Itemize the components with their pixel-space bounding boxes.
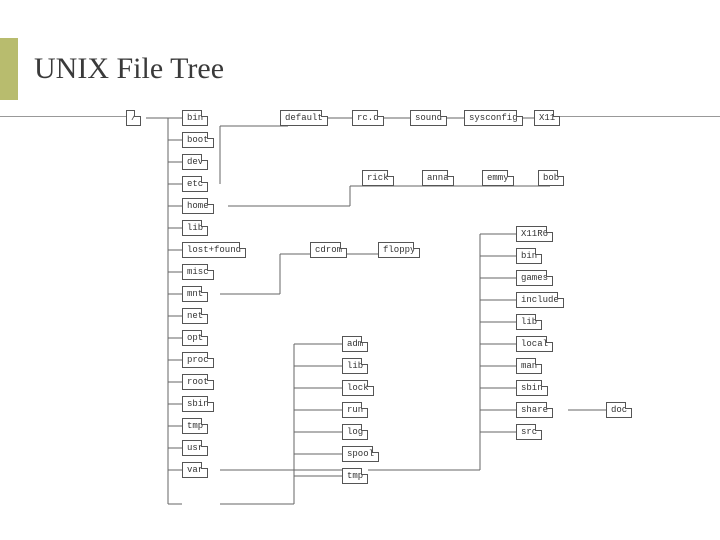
node-rcd: rc.d — [352, 110, 384, 126]
file-tree-diagram: / bin boot dev etc home lib lost+found m… — [120, 106, 680, 526]
node-anna: anna — [422, 170, 454, 186]
rule-left — [0, 116, 128, 117]
node-sound: sound — [410, 110, 447, 126]
node-var-lib: lib — [342, 358, 368, 374]
node-spool: spool — [342, 446, 379, 462]
node-usr-man: man — [516, 358, 542, 374]
node-root: / — [126, 110, 141, 126]
node-dev: dev — [182, 154, 208, 170]
node-home: home — [182, 198, 214, 214]
node-proc: proc — [182, 352, 214, 368]
node-net: net — [182, 308, 208, 324]
node-root-dir: root — [182, 374, 214, 390]
node-emmy: emmy — [482, 170, 514, 186]
node-var-tmp: tmp — [342, 468, 368, 484]
node-local: local — [516, 336, 553, 352]
node-include: include — [516, 292, 564, 308]
node-log: log — [342, 424, 368, 440]
node-bob: bob — [538, 170, 564, 186]
node-usr-bin: bin — [516, 248, 542, 264]
slide: UNIX File Tree — [0, 0, 720, 540]
node-default: default — [280, 110, 328, 126]
node-lostfound: lost+found — [182, 242, 246, 258]
node-sbin: sbin — [182, 396, 214, 412]
node-lock: lock — [342, 380, 374, 396]
node-x11r6: X11R6 — [516, 226, 553, 242]
node-bin: bin — [182, 110, 208, 126]
node-mnt: mnt — [182, 286, 208, 302]
node-tmp: tmp — [182, 418, 208, 434]
node-x11: X11 — [534, 110, 560, 126]
node-var: var — [182, 462, 208, 478]
node-adm: adm — [342, 336, 368, 352]
node-usr-sbin: sbin — [516, 380, 548, 396]
node-games: games — [516, 270, 553, 286]
node-opt: opt — [182, 330, 208, 346]
page-title: UNIX File Tree — [34, 52, 224, 86]
node-cdrom: cdrom — [310, 242, 347, 258]
node-rick: rick — [362, 170, 394, 186]
node-floppy: floppy — [378, 242, 420, 258]
accent-block — [0, 38, 18, 100]
node-run: run — [342, 402, 368, 418]
node-misc: misc — [182, 264, 214, 280]
node-boot: boot — [182, 132, 214, 148]
node-doc: doc — [606, 402, 632, 418]
node-etc: etc — [182, 176, 208, 192]
node-share: share — [516, 402, 553, 418]
node-src: src — [516, 424, 542, 440]
node-usr-lib: lib — [516, 314, 542, 330]
node-usr: usr — [182, 440, 208, 456]
node-sysconfig: sysconfig — [464, 110, 523, 126]
node-lib: lib — [182, 220, 208, 236]
